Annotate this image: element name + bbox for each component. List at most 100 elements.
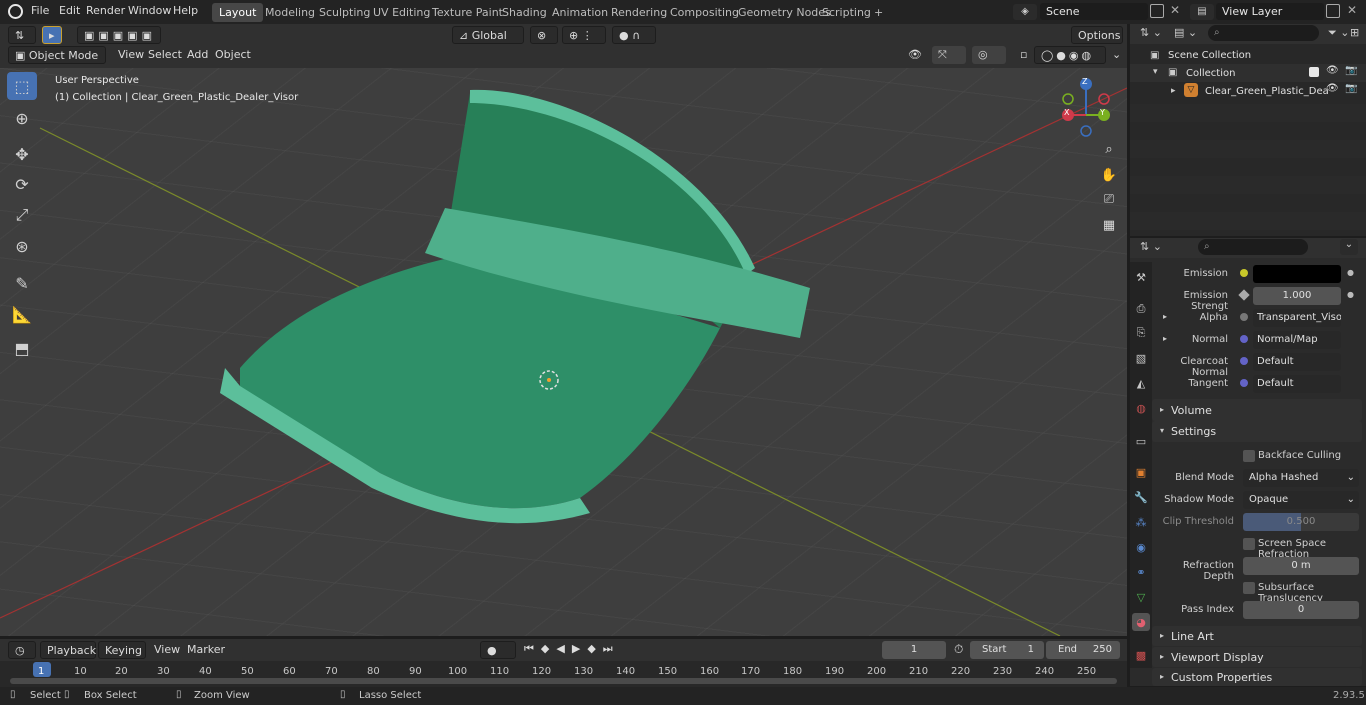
particles-tab-icon[interactable]: ⁂ xyxy=(1132,513,1150,531)
start-frame-field[interactable]: Start 1 xyxy=(970,641,1044,659)
custom-properties-expand-icon[interactable]: ▸ xyxy=(1160,672,1164,681)
proportional-editing-icon[interactable]: ● ∩ xyxy=(612,26,656,44)
line-art-label[interactable]: Line Art xyxy=(1171,630,1214,643)
new-view-layer-icon[interactable] xyxy=(1326,4,1340,18)
transform-orientation-dropdown[interactable]: ⊿ Global xyxy=(452,26,524,44)
material-tab-icon[interactable]: ◕ xyxy=(1132,613,1150,631)
gizmo-y-label[interactable]: Y xyxy=(1100,108,1105,117)
tab-layout[interactable]: Layout xyxy=(212,3,264,22)
backface-culling-checkbox[interactable] xyxy=(1243,450,1255,462)
visibility-icon[interactable]: 👁 xyxy=(902,46,930,64)
constraints-tab-icon[interactable]: ⚭ xyxy=(1132,563,1150,581)
settings-label[interactable]: Settings xyxy=(1171,425,1216,438)
next-keyframe-icon[interactable]: ◆ xyxy=(587,642,602,655)
outliner-editor-icon[interactable]: ⇅ ⌄ xyxy=(1140,26,1162,39)
select-box-icon[interactable]: ⬚ xyxy=(7,72,37,100)
view-layer-field[interactable]: View Layer xyxy=(1216,3,1324,20)
mode-dropdown[interactable]: ▣ Object Mode xyxy=(8,46,106,64)
viewport-display-label[interactable]: Viewport Display xyxy=(1171,651,1264,664)
output-tab-icon[interactable]: ⎘ xyxy=(1132,324,1150,342)
jump-start-icon[interactable]: ⏮ xyxy=(524,642,541,655)
play-icon[interactable]: ▶ xyxy=(572,642,587,655)
xray-toggle-icon[interactable]: ▫ xyxy=(1014,46,1030,64)
new-scene-icon[interactable] xyxy=(1150,4,1164,18)
volume-label[interactable]: Volume xyxy=(1171,404,1212,417)
properties-options-icon[interactable]: ⌄ xyxy=(1340,239,1358,255)
gizmo-x-label[interactable]: X xyxy=(1064,108,1069,117)
playback-controls[interactable]: ⏮◆◀▶◆⏭ xyxy=(524,642,620,656)
menu-help[interactable]: Help xyxy=(173,4,198,17)
prev-keyframe-icon[interactable]: ◆ xyxy=(541,642,556,655)
shading-dropdown-icon[interactable]: ⌄ xyxy=(1106,46,1127,64)
render-tab-icon[interactable]: ⎙ xyxy=(1132,300,1150,318)
properties-search-input[interactable]: ⌕ xyxy=(1198,239,1308,255)
gizmo-z-label[interactable]: Z xyxy=(1082,77,1087,86)
clip-threshold-slider[interactable]: 0.500 xyxy=(1243,513,1359,531)
emission-color-swatch[interactable] xyxy=(1253,265,1341,283)
emission-strength-field[interactable]: 1.000 xyxy=(1253,287,1341,305)
gizmo-toggle-icon[interactable]: ⤧ xyxy=(932,46,966,64)
blender-logo-icon[interactable] xyxy=(8,4,23,19)
timeline-scrollbar[interactable] xyxy=(10,678,1117,684)
scale-icon[interactable]: ⤢ xyxy=(7,201,37,229)
texture-tab-icon[interactable]: ▩ xyxy=(1132,646,1150,664)
object-visibility-icon[interactable]: 👁 xyxy=(1326,83,1339,94)
vector-socket-icon[interactable] xyxy=(1240,379,1248,387)
3d-viewport[interactable]: Z Y X User Perspective (1) Collection | … xyxy=(0,68,1127,636)
collection-visibility-icon[interactable]: 👁 xyxy=(1326,65,1339,76)
play-reverse-icon[interactable]: ◀ xyxy=(556,642,571,655)
properties-editor-icon[interactable]: ⇅ ⌄ xyxy=(1140,240,1162,253)
marker-menu[interactable]: Marker xyxy=(181,641,231,659)
playback-menu[interactable]: Playback xyxy=(40,641,96,659)
pan-hand-icon[interactable]: ✋ xyxy=(1098,168,1120,190)
object-render-icon[interactable]: 📷 xyxy=(1345,83,1357,94)
outliner-search-input[interactable]: ⌕ xyxy=(1208,25,1319,41)
collection-tab-icon[interactable]: ▭ xyxy=(1132,432,1150,450)
stopwatch-icon[interactable]: ⏱ xyxy=(954,642,963,657)
transform-icon[interactable]: ⊛ xyxy=(7,232,37,260)
keying-menu[interactable]: Keying xyxy=(98,641,146,659)
close-view-layer-icon[interactable]: ✕ xyxy=(1347,3,1357,17)
camera-icon[interactable]: ⎚ xyxy=(1098,192,1120,214)
scene-tab-icon[interactable]: ◭ xyxy=(1132,374,1150,392)
object-tab-icon[interactable]: ▣ xyxy=(1132,463,1150,481)
modifier-tab-icon[interactable]: 🔧 xyxy=(1132,488,1150,506)
end-frame-field[interactable]: End 250 xyxy=(1046,641,1120,659)
data-tab-icon[interactable]: ▽ xyxy=(1132,588,1150,606)
jump-end-icon[interactable]: ⏭ xyxy=(603,642,620,655)
timeline-editor-icon[interactable]: ◷ xyxy=(8,641,36,659)
rotate-icon[interactable]: ⟳ xyxy=(7,170,37,198)
pivot-point-icon[interactable]: ⊗ xyxy=(530,26,558,44)
scene-icon[interactable]: ◈ xyxy=(1013,4,1037,20)
vector-socket-icon[interactable] xyxy=(1240,357,1248,365)
pass-index-field[interactable]: 0 xyxy=(1243,601,1359,619)
options-dropdown[interactable]: Options xyxy=(1071,26,1123,44)
object-expand-icon[interactable]: ▸ xyxy=(1171,86,1176,96)
tool-tab-icon[interactable]: ⚒ xyxy=(1132,268,1150,286)
annotate-icon[interactable]: ✎ xyxy=(7,269,37,297)
select-tool-icon[interactable]: ▸ xyxy=(42,26,62,44)
collection-checkbox[interactable] xyxy=(1309,67,1319,77)
blend-mode-dropdown[interactable]: Alpha Hashed ⌄ xyxy=(1243,469,1359,487)
move-icon[interactable]: ✥ xyxy=(7,140,37,168)
world-tab-icon[interactable]: ◍ xyxy=(1132,399,1150,417)
custom-properties-label[interactable]: Custom Properties xyxy=(1171,671,1272,684)
add-workspace-button[interactable]: + xyxy=(867,3,890,22)
scene-collection-label[interactable]: Scene Collection xyxy=(1168,50,1251,61)
scene-name-field[interactable]: Scene xyxy=(1040,3,1148,20)
add-cube-icon[interactable]: ⬒ xyxy=(7,334,37,362)
zoom-icon[interactable]: ⌕ xyxy=(1098,142,1120,164)
view-layer-icon[interactable]: ▤ xyxy=(1190,4,1214,20)
filter-icon[interactable]: ⏷ ⌄ xyxy=(1328,26,1350,40)
overlays-toggle-icon[interactable]: ◎ xyxy=(972,46,1006,64)
shadow-mode-dropdown[interactable]: Opaque ⌄ xyxy=(1243,491,1359,509)
normal-link-field[interactable]: Normal/Map xyxy=(1253,331,1341,349)
editor-type-icon[interactable]: ⇅ xyxy=(8,26,36,44)
measure-icon[interactable]: 📐 xyxy=(7,300,37,328)
subsurface-checkbox[interactable] xyxy=(1243,582,1255,594)
collection-render-icon[interactable]: 📷 xyxy=(1345,65,1357,76)
current-frame-field[interactable]: 1 xyxy=(882,641,946,659)
grid-view-icon[interactable]: ▦ xyxy=(1098,218,1120,240)
close-scene-icon[interactable]: ✕ xyxy=(1170,3,1180,17)
refraction-depth-field[interactable]: 0 m xyxy=(1243,557,1359,575)
